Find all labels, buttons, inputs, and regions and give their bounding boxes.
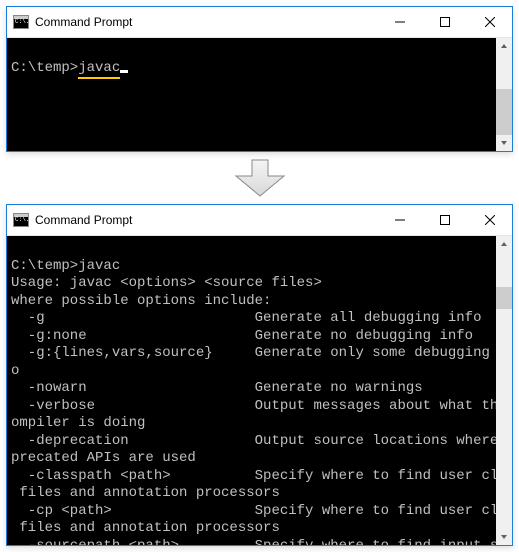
- scrollbar-track[interactable]: [496, 54, 512, 135]
- prompt-prefix: C:\temp>: [11, 60, 78, 76]
- usage-line: Usage: javac <options> <source files>: [11, 275, 322, 291]
- cmd-icon: C:\.: [13, 15, 29, 29]
- scrollbar-track[interactable]: [496, 252, 512, 529]
- titlebar[interactable]: C:\. Command Prompt: [7, 205, 512, 236]
- arrow-down-icon: [232, 158, 288, 198]
- titlebar[interactable]: C:\. Command Prompt: [7, 7, 512, 38]
- maximize-button[interactable]: [422, 205, 467, 235]
- prompt-prefix: C:\temp>: [11, 258, 78, 274]
- window-bottom: C:\. Command Prompt C:\temp>javac Usage:…: [6, 204, 513, 546]
- maximize-button[interactable]: [422, 7, 467, 37]
- scroll-up-button[interactable]: [496, 236, 512, 252]
- terminal-output[interactable]: C:\temp>javac Usage: javac <options> <so…: [7, 236, 512, 545]
- terminal-output[interactable]: C:\temp>javac: [7, 38, 512, 151]
- vertical-scrollbar[interactable]: [496, 236, 512, 545]
- options-block: -g Generate all debugging info -g:none G…: [11, 310, 512, 545]
- minimize-button[interactable]: [377, 7, 422, 37]
- typed-command: javac: [78, 60, 120, 79]
- close-button[interactable]: [467, 205, 512, 235]
- window-top: C:\. Command Prompt C:\temp>javac: [6, 6, 513, 152]
- flow-arrow: [6, 152, 513, 204]
- window-title: Command Prompt: [35, 15, 132, 29]
- where-line: where possible options include:: [11, 293, 271, 309]
- minimize-button[interactable]: [377, 205, 422, 235]
- window-title: Command Prompt: [35, 213, 132, 227]
- close-button[interactable]: [467, 7, 512, 37]
- scroll-up-button[interactable]: [496, 38, 512, 54]
- vertical-scrollbar[interactable]: [496, 38, 512, 151]
- text-cursor: [120, 70, 128, 73]
- scrollbar-thumb[interactable]: [496, 287, 512, 309]
- scroll-down-button[interactable]: [496, 135, 512, 151]
- typed-command: javac: [78, 258, 120, 274]
- cmd-icon: C:\.: [13, 213, 29, 227]
